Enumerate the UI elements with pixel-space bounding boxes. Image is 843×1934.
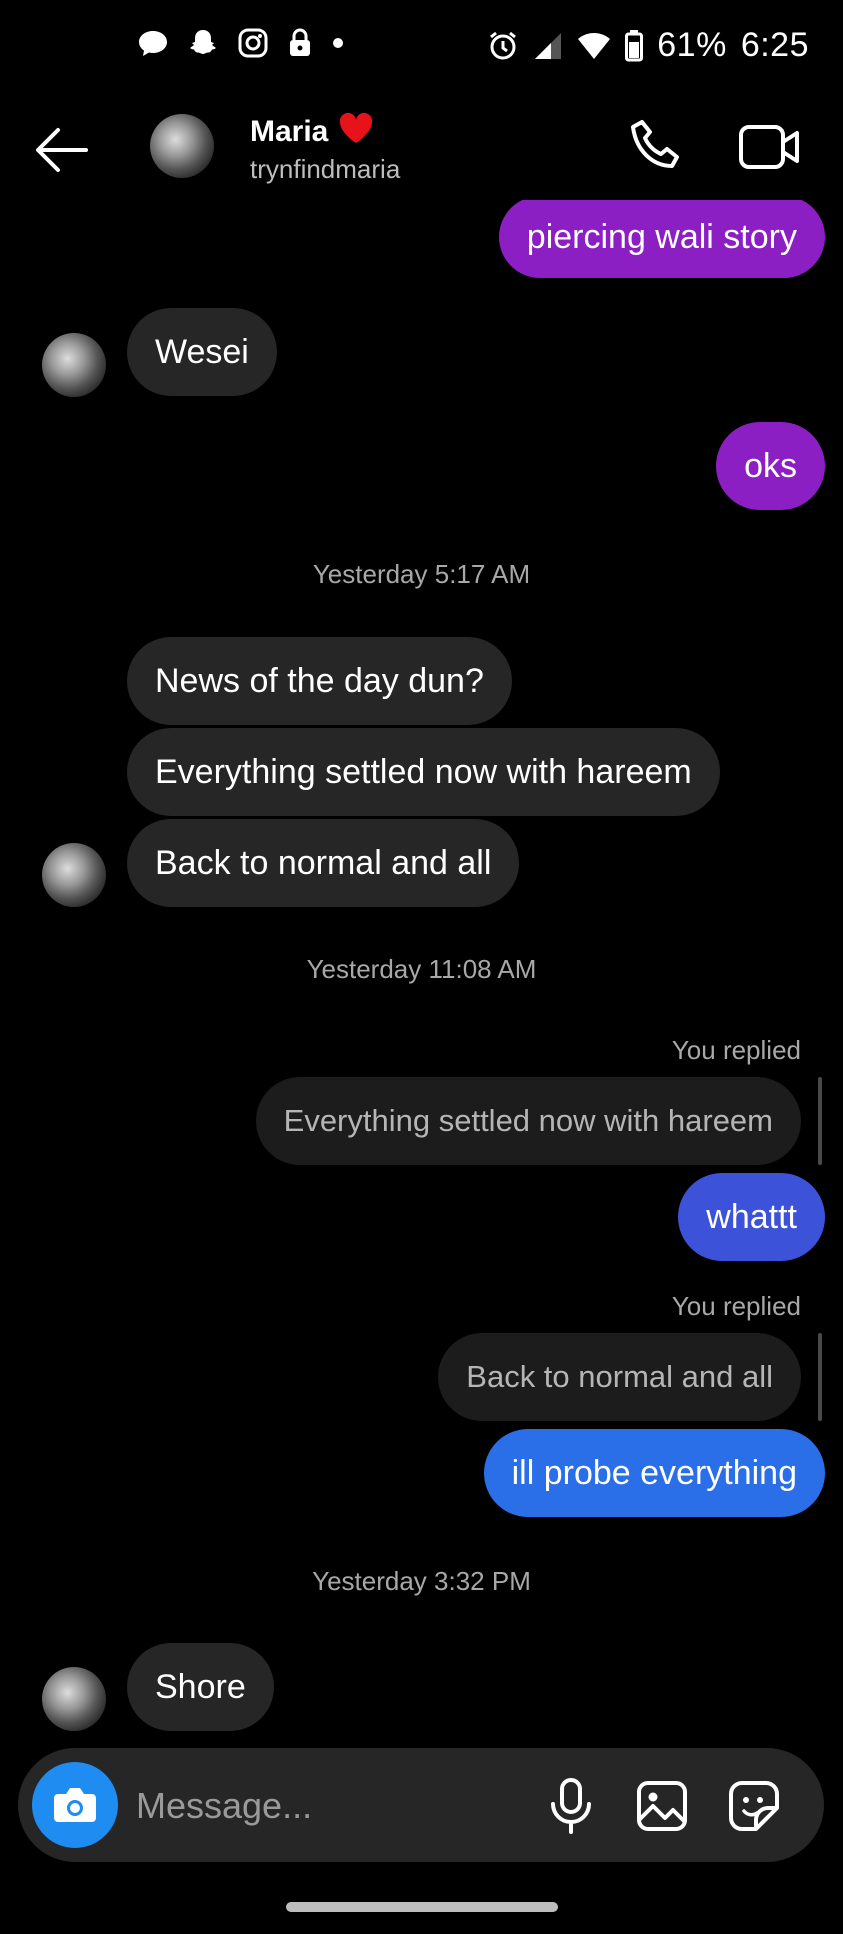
outgoing-message[interactable]: whattt <box>678 1173 825 1261</box>
battery-icon <box>625 29 644 62</box>
you-replied-label: You replied <box>671 1035 801 1065</box>
alarm-icon <box>487 30 519 62</box>
status-left-icons <box>138 28 344 58</box>
incoming-message[interactable]: Wesei <box>127 308 277 396</box>
status-bar: 61% 6:25 <box>0 0 843 100</box>
sender-avatar[interactable] <box>42 333 106 397</box>
battery-percent: 61% <box>657 26 727 64</box>
sender-avatar[interactable] <box>42 843 106 907</box>
wifi-icon <box>577 31 611 61</box>
contact-avatar[interactable] <box>150 114 214 178</box>
reply-quote[interactable]: Back to normal and all <box>438 1333 801 1421</box>
message-composer: Message... <box>18 1748 824 1862</box>
message-thread[interactable]: piercing wali story Wesei oks Yesterday … <box>0 200 843 1745</box>
dot-icon <box>332 37 344 49</box>
incoming-message[interactable]: Back to normal and all <box>127 819 520 907</box>
contact-name[interactable]: Maria <box>250 112 374 152</box>
outgoing-message[interactable]: ill probe everything <box>483 1429 825 1517</box>
signal-icon <box>533 31 563 61</box>
clock: 6:25 <box>740 26 809 64</box>
incoming-message[interactable]: Shore <box>127 1643 274 1731</box>
microphone-icon[interactable] <box>548 1778 594 1834</box>
sticker-icon[interactable] <box>728 1780 780 1832</box>
back-arrow-icon[interactable] <box>34 125 90 175</box>
incoming-message[interactable]: Everything settled now with hareem <box>127 728 720 816</box>
snapchat-icon <box>188 28 218 58</box>
timestamp: Yesterday 3:32 PM <box>312 1566 531 1596</box>
camera-button[interactable] <box>32 1762 118 1848</box>
you-replied-label: You replied <box>671 1291 801 1321</box>
home-indicator[interactable] <box>286 1902 558 1912</box>
timestamp: Yesterday 11:08 AM <box>306 954 537 984</box>
message-input[interactable]: Message... <box>136 1778 436 1834</box>
gallery-icon[interactable] <box>636 1780 688 1832</box>
camera-icon <box>54 1788 96 1822</box>
chat-header: Maria trynfindmaria <box>0 100 843 200</box>
timestamp: Yesterday 5:17 AM <box>312 559 531 589</box>
sender-avatar[interactable] <box>42 1667 106 1731</box>
phone-call-icon[interactable] <box>628 118 684 174</box>
heart-icon <box>338 112 374 152</box>
contact-username[interactable]: trynfindmaria <box>250 154 400 185</box>
lock-icon <box>288 28 312 58</box>
contact-name-text: Maria <box>250 115 329 148</box>
reply-bar <box>818 1077 822 1165</box>
incoming-message[interactable]: News of the day dun? <box>127 637 512 725</box>
reply-quote[interactable]: Everything settled now with hareem <box>255 1077 801 1165</box>
reply-bar <box>818 1333 822 1421</box>
status-right-icons: 61% 6:25 <box>487 26 809 65</box>
video-call-icon[interactable] <box>738 122 802 172</box>
chat-bubble-icon <box>138 29 168 57</box>
outgoing-message[interactable]: oks <box>716 422 825 510</box>
outgoing-message[interactable]: piercing wali story <box>498 200 825 278</box>
instagram-icon <box>238 28 268 58</box>
